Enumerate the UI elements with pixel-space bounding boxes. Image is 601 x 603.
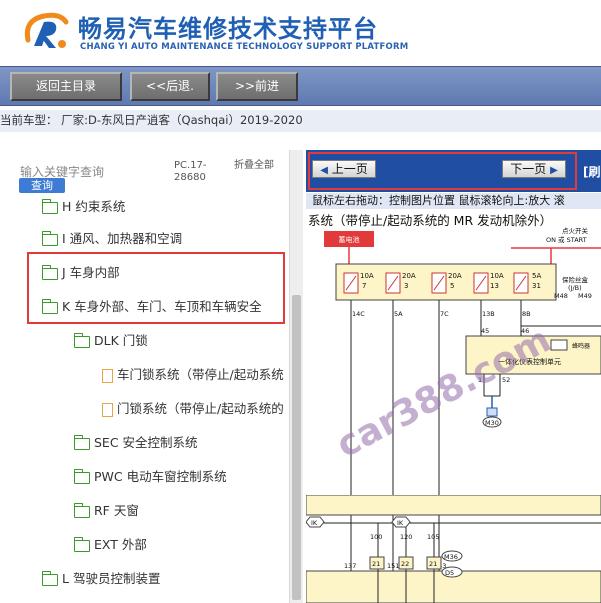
version-label: PC.17- 28680: [174, 160, 207, 183]
connector-label: D5: [445, 569, 454, 577]
tree-item-door-lock-doc-2[interactable]: 门锁系统（带停止/起动系统的: [102, 399, 288, 419]
collapse-all-link[interactable]: 折叠全部: [234, 160, 274, 171]
folder-icon: [74, 502, 90, 518]
wiring-diagram-lower: IK IK 100 120 105 M36 D5 21 22 21: [306, 495, 601, 603]
header: 畅易汽车维修技术支持平台 CHANG YI AUTO MAINTENANCE T…: [0, 0, 601, 65]
folder-icon: [74, 536, 90, 552]
toolbar: 返回主目录 <<后退. >>前进: [0, 66, 601, 106]
fuse-amp: 10A: [360, 272, 374, 280]
fuse-num: 7: [362, 282, 366, 290]
viewer-hint: 鼠标左右拖动：控制图片位置 鼠标滚轮向上:放大 滚: [306, 193, 601, 209]
current-model-label: 当前车型： 厂家:D-东风日产逍客（Qashqai）2019-2020: [0, 110, 601, 132]
folder-icon: [42, 570, 58, 586]
tree-item-rf[interactable]: RF 天窗: [74, 501, 139, 521]
tree-item-hvac[interactable]: I 通风、加热器和空调: [42, 229, 182, 249]
fuse-amp: 5A: [532, 272, 541, 280]
wire-label: 8B: [522, 310, 531, 318]
platform-title: 畅易汽车维修技术支持平台: [78, 15, 378, 43]
ground-icon: [486, 407, 498, 417]
pin-label: 105: [427, 533, 439, 541]
folder-open-icon: [74, 332, 90, 348]
tree-item-dlk[interactable]: DLK 门锁: [74, 331, 148, 351]
wire-label: 13B: [482, 310, 495, 318]
fuse-num: 5: [450, 282, 454, 290]
fuse-amp: 20A: [448, 272, 462, 280]
tree-item-ext[interactable]: EXT 外部: [74, 535, 147, 555]
fuse-amp: 20A: [402, 272, 416, 280]
folder-icon: [74, 434, 90, 450]
document-icon: [102, 402, 113, 417]
brand-logo-icon: [24, 12, 69, 48]
query-button[interactable]: 查询: [19, 178, 65, 193]
pin-label: 120: [400, 533, 412, 541]
tree-item-sec[interactable]: SEC 安全控制系统: [74, 433, 198, 453]
platform-subtitle: CHANG YI AUTO MAINTENANCE TECHNOLOGY SUP…: [80, 42, 409, 52]
fusebox-label: 保险丝盒: [562, 275, 589, 284]
tree-scrollbar[interactable]: [289, 150, 303, 603]
connector-label: M49: [578, 292, 592, 300]
document-icon: [102, 368, 113, 383]
ignition-label: 点火开关: [562, 226, 589, 235]
ik-tag: IK: [311, 519, 318, 527]
wire-label: 7C: [440, 310, 449, 318]
scrollbar-thumb[interactable]: [292, 295, 301, 600]
tree-item-pwc[interactable]: PWC 电动车窗控制系统: [74, 467, 227, 487]
terminal-label: 21: [429, 560, 437, 568]
tree-item-door-lock-doc-1[interactable]: 车门锁系统（带停止/起动系统: [102, 365, 288, 385]
highlight-annotation: [308, 152, 577, 190]
tree-item-restraint[interactable]: H 约束系统: [42, 197, 125, 217]
folder-icon: [74, 468, 90, 484]
folder-icon: [42, 230, 58, 246]
viewer-nav-bar: ◀ 上一页 下一页 ▶ [刷: [306, 150, 601, 192]
fuse-num: 31: [532, 282, 541, 290]
connector-label: M30: [485, 419, 499, 427]
fuse-amp: 10A: [490, 272, 504, 280]
highlight-annotation: [27, 252, 285, 324]
home-button[interactable]: 返回主目录: [10, 72, 122, 101]
refresh-label[interactable]: [刷: [583, 163, 601, 180]
connector-label: M48: [554, 292, 568, 300]
catalog-tree-panel: 输入关键字查询 查询 PC.17- 28680 折叠全部 H 约束系统 I 通风…: [0, 150, 306, 603]
wire-label: 5A: [394, 310, 403, 318]
fuse-num: 3: [404, 282, 408, 290]
pin-label: 100: [370, 533, 382, 541]
ignition-state-label: ON 或 START: [546, 235, 587, 244]
connector-label: M36: [444, 553, 458, 561]
buzzer-label: 蜂鸣器: [572, 342, 590, 350]
tree-item-driver-controls[interactable]: L 驾驶员控制装置: [42, 569, 160, 589]
folder-icon: [42, 198, 58, 214]
pin-label: 45: [481, 327, 489, 335]
terminal-label: 21: [372, 560, 380, 568]
forward-button[interactable]: >>前进: [216, 72, 298, 101]
back-button[interactable]: <<后退.: [130, 72, 210, 101]
battery-label: 蓄电池: [339, 235, 360, 244]
fusebox-sub-label: (J/B): [568, 284, 582, 292]
ik-tag: IK: [397, 519, 404, 527]
terminal-label: 22: [401, 560, 409, 568]
fuse-num: 13: [490, 282, 499, 290]
wire-label: 14C: [352, 310, 365, 318]
